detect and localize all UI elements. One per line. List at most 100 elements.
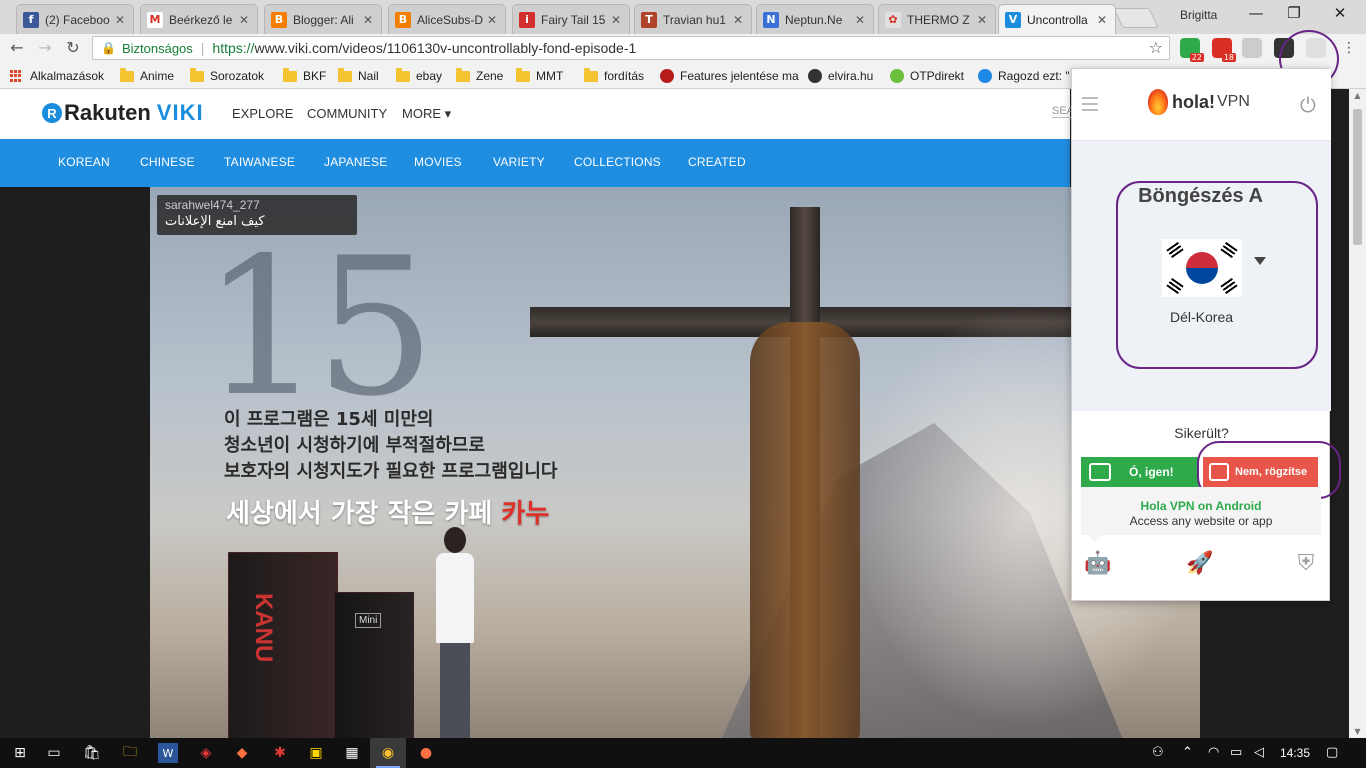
category-collections[interactable]: COLLECTIONS <box>574 155 661 169</box>
bookmark-4[interactable]: BKF <box>283 67 326 85</box>
bookmark-8[interactable]: MMT <box>516 67 563 85</box>
category-movies[interactable]: MOVIES <box>414 155 462 169</box>
bookmark-11[interactable]: elvira.hu <box>808 67 873 85</box>
taskbar-clock[interactable]: 14:35 <box>1280 746 1310 760</box>
tab-close-icon[interactable]: ✕ <box>1095 13 1109 27</box>
people-icon[interactable]: ⚇ <box>1152 745 1164 760</box>
tab-close-icon[interactable]: ✕ <box>485 13 499 27</box>
folder-icon <box>338 67 352 82</box>
scroll-down-icon[interactable]: ▼ <box>1349 727 1366 736</box>
reload-icon[interactable]: ↻ <box>62 38 84 58</box>
app-icon-2[interactable]: ◆ <box>232 743 252 763</box>
category-chinese[interactable]: CHINESE <box>140 155 195 169</box>
apps-grid-icon <box>10 70 22 82</box>
tab-8[interactable]: ✿ THERMO Z ✕ <box>878 4 996 34</box>
category-korean[interactable]: KOREAN <box>58 155 110 169</box>
bookmark-9[interactable]: fordítás <box>584 67 644 85</box>
back-arrow-icon[interactable]: ← <box>6 38 28 58</box>
rocket-icon[interactable]: 🚀 <box>1186 547 1214 579</box>
bookmark-2[interactable]: Anime <box>120 67 174 85</box>
bookmark-5[interactable]: Nail <box>338 67 379 85</box>
bookmark-star-icon[interactable]: ☆ <box>1149 38 1163 57</box>
volume-icon[interactable]: ◁ <box>1254 745 1264 760</box>
tab-close-icon[interactable]: ✕ <box>609 13 623 27</box>
tab-strip: f (2) Faceboo ✕ M Beérkező le ✕ B Blogger: Ali ✕… <box>0 0 1366 34</box>
forward-arrow-icon[interactable]: → <box>34 38 56 58</box>
app-icon-1[interactable]: ◈ <box>196 743 216 763</box>
viki-header: R Rakuten VIKI EXPLORE COMMUNITY MORE ▾ … <box>0 89 1075 139</box>
power-ext-icon[interactable] <box>1242 38 1262 58</box>
store-icon[interactable]: 🛍 <box>82 743 102 763</box>
nav-explore[interactable]: EXPLORE <box>232 106 293 121</box>
windows-start-icon[interactable]: ⊞ <box>10 743 30 763</box>
ad-slogan-brand: 카누 <box>501 499 550 529</box>
android-promo[interactable]: Hola VPN on Android Access any website o… <box>1081 487 1321 535</box>
bookmark-6[interactable]: ebay <box>396 67 442 85</box>
calculator-icon[interactable]: ▦ <box>342 743 362 763</box>
menu-kebab-icon[interactable]: ⋮ <box>1338 38 1360 58</box>
bookmark-7[interactable]: Zene <box>456 67 503 85</box>
nav-community[interactable]: COMMUNITY <box>307 106 387 121</box>
sticky-notes-icon[interactable]: ▣ <box>306 743 326 763</box>
close-window-button[interactable]: ✕ <box>1322 4 1358 22</box>
evernote-ext-icon[interactable]: 22 <box>1180 38 1204 62</box>
profile-name[interactable]: Brigitta <box>1180 8 1217 22</box>
opera-ext-icon[interactable]: 18 <box>1212 38 1236 62</box>
bookmark-12[interactable]: OTPdirekt <box>890 67 964 85</box>
tab-1[interactable]: f (2) Faceboo ✕ <box>16 4 134 34</box>
power-icon[interactable]: ⏻ <box>1300 93 1316 117</box>
product-box-label: KANU <box>250 593 277 663</box>
tab-6[interactable]: T Travian hu1 ✕ <box>634 4 752 34</box>
android-icon[interactable]: 🤖 <box>1084 547 1112 579</box>
yes-button-label: Ó, igen! <box>1129 465 1174 479</box>
firefox-icon[interactable]: ● <box>416 743 436 763</box>
bookmarks-overflow-text[interactable]: lók <box>1330 131 1345 145</box>
tab-7[interactable]: N Neptun.Ne ✕ <box>756 4 874 34</box>
scroll-thumb[interactable] <box>1353 109 1362 245</box>
app-icon-3[interactable]: ✱ <box>270 743 290 763</box>
tab-4[interactable]: B AliceSubs-D ✕ <box>388 4 506 34</box>
category-variety[interactable]: VARIETY <box>493 155 545 169</box>
bookmark-1[interactable]: Alkalmazások <box>10 67 104 85</box>
chrome-taskbar-button[interactable]: ◉ <box>370 738 406 768</box>
new-tab-button[interactable] <box>1113 8 1159 28</box>
tray-expand-icon[interactable]: ⌃ <box>1182 745 1193 760</box>
address-bar[interactable]: 🔒 Biztonságos | https:// www.viki.com/vi… <box>92 36 1170 60</box>
tab-close-icon[interactable]: ✕ <box>113 13 127 27</box>
hamburger-menu-icon[interactable] <box>1082 97 1098 111</box>
bookmark-10[interactable]: Features jelentése ma <box>660 67 799 85</box>
category-created[interactable]: CREATED <box>688 155 746 169</box>
bookmark-label: elvira.hu <box>828 69 874 83</box>
tab-close-icon[interactable]: ✕ <box>237 13 251 27</box>
minimize-button[interactable]: — <box>1238 4 1274 22</box>
rakuten-viki-logo[interactable]: R Rakuten VIKI <box>42 100 204 126</box>
tab-close-icon[interactable]: ✕ <box>361 13 375 27</box>
video-player[interactable]: 15 이 프로그램은 15세 미만의 청소년이 시청하기에 부적절하므로 보호자… <box>150 187 1200 738</box>
tab-close-icon[interactable]: ✕ <box>853 13 867 27</box>
age-rating-number: 15 <box>202 217 436 438</box>
notifications-icon[interactable]: ▢ <box>1326 745 1338 760</box>
bookmark-3[interactable]: Sorozatok <box>190 67 264 85</box>
tab-close-icon[interactable]: ✕ <box>975 13 989 27</box>
scroll-up-icon[interactable]: ▲ <box>1349 91 1366 100</box>
bookmark-label: Zene <box>476 69 504 83</box>
word-icon[interactable]: W <box>158 743 178 763</box>
category-taiwanese[interactable]: TAIWANESE <box>224 155 295 169</box>
wifi-icon[interactable]: ◠ <box>1208 745 1219 760</box>
yes-button[interactable]: Ó, igen! <box>1081 457 1199 487</box>
tab-close-icon[interactable]: ✕ <box>731 13 745 27</box>
shield-icon[interactable]: ⛨ <box>1292 547 1320 579</box>
tab-5[interactable]: i Fairy Tail 15 ✕ <box>512 4 630 34</box>
battery-icon[interactable]: ▭ <box>1230 745 1242 760</box>
nav-more[interactable]: MORE ▾ <box>402 106 451 122</box>
page-scrollbar[interactable]: ▲ ▼ <box>1349 89 1366 738</box>
category-japanese[interactable]: JAPANESE <box>324 155 387 169</box>
tab-9[interactable]: V Uncontrolla ✕ <box>998 4 1116 34</box>
tab-2[interactable]: M Beérkező le ✕ <box>140 4 258 34</box>
tab-3[interactable]: B Blogger: Ali ✕ <box>264 4 382 34</box>
task-view-icon[interactable]: ▭ <box>44 743 64 763</box>
maximize-button[interactable]: ❐ <box>1276 4 1312 22</box>
bookmark-13[interactable]: Ragozd ezt: " <box>978 67 1070 85</box>
file-explorer-icon[interactable]: 🗀 <box>120 743 140 763</box>
logo-viki-text: VIKI <box>156 100 204 125</box>
